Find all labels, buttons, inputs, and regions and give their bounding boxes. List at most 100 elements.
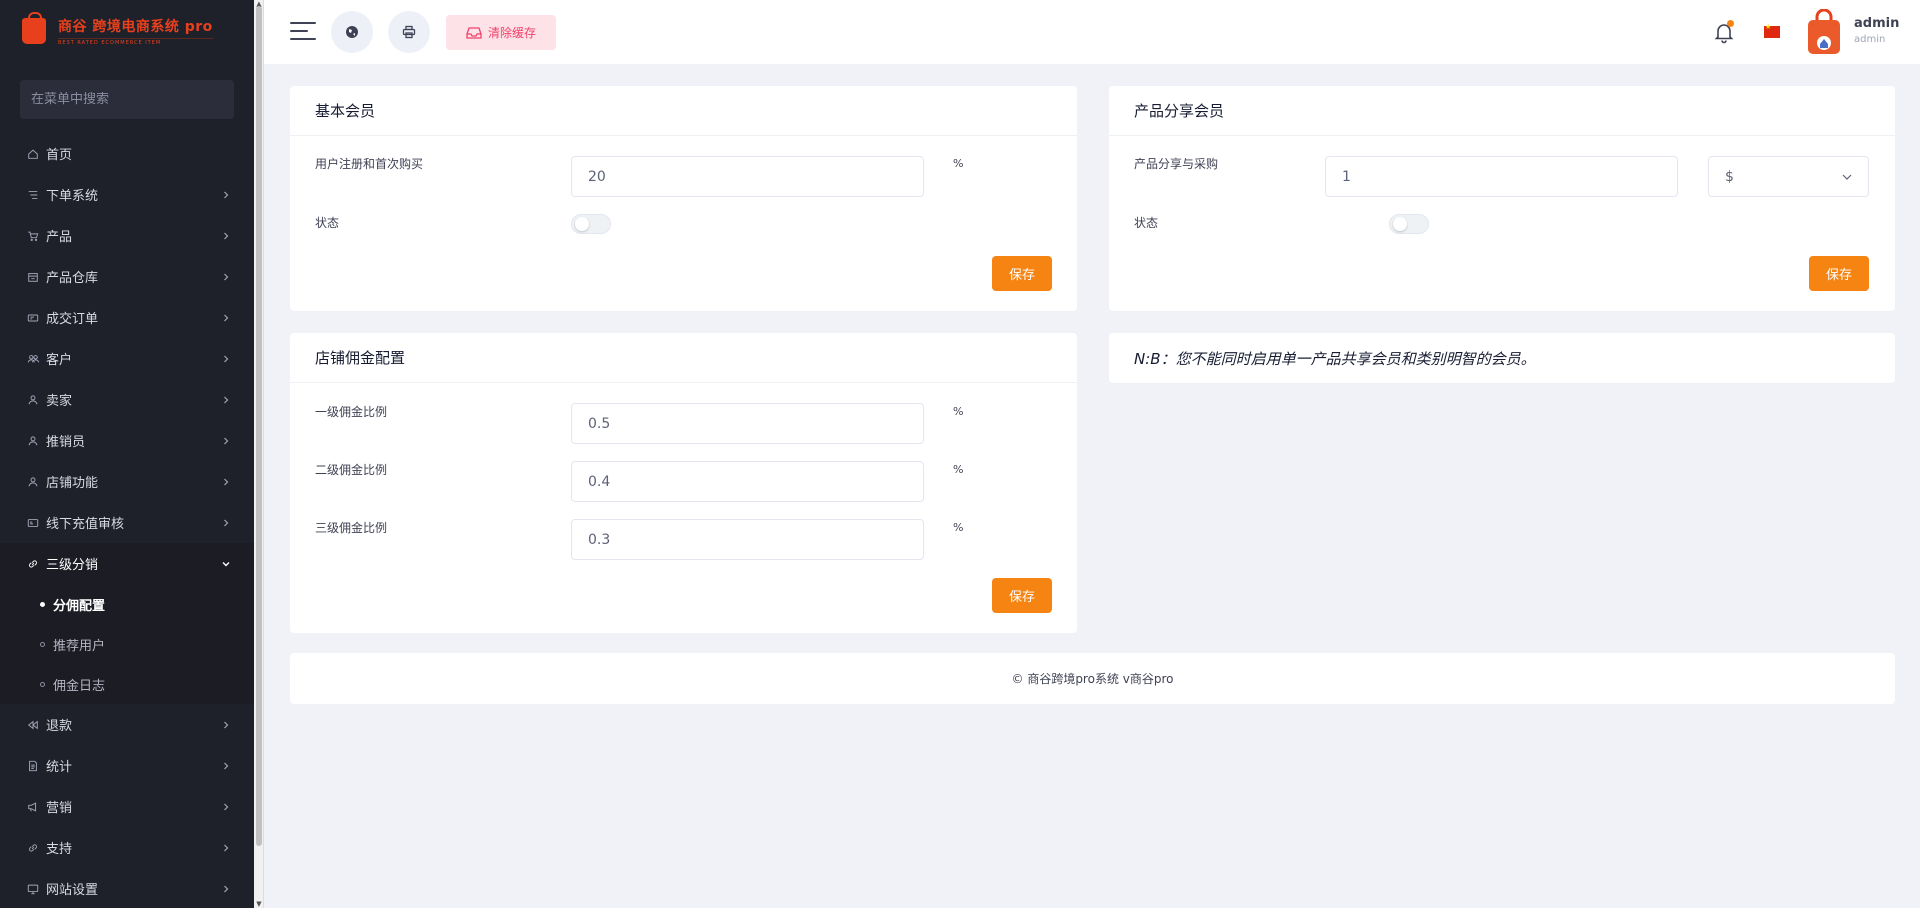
print-button[interactable]: [388, 11, 430, 53]
sidebar-item-label: 首页: [46, 148, 73, 163]
list-icon: [26, 188, 40, 202]
notifications-button[interactable]: [1712, 20, 1736, 44]
chevron-right-icon: [221, 190, 231, 200]
save-button[interactable]: 保存: [992, 256, 1052, 291]
sidebar-menu: 首页下单系统产品产品仓库成交订单 客户卖家推销员店铺功能线下充值审核 三级分销分佣配…: [0, 133, 254, 908]
basic-member-card: 基本会员 用户注册和首次购买 20 % 状态 保存: [290, 86, 1077, 311]
sidebar-item-16[interactable]: 网站设置: [0, 868, 254, 908]
chevron-right-icon: [221, 231, 231, 241]
user-role: admin: [1854, 34, 1886, 45]
sidebar-item-7[interactable]: 卖家: [0, 379, 254, 420]
sidebar-item-10[interactable]: 线下充值审核: [0, 502, 254, 543]
globe-icon: [346, 26, 358, 38]
sidebar-item-label: 产品仓库: [46, 271, 99, 286]
chevron-right-icon: [221, 802, 231, 812]
save-button[interactable]: 保存: [1809, 256, 1869, 291]
language-globe-button[interactable]: [331, 11, 373, 53]
currency-select[interactable]: $: [1708, 156, 1869, 197]
chevron-right-icon: [221, 395, 231, 405]
sidebar-item-5[interactable]: 成交订单: [0, 297, 254, 338]
sidebar-item-label: 三级分销: [46, 558, 99, 573]
save-button[interactable]: 保存: [992, 578, 1052, 613]
sidebar-item-4[interactable]: 产品仓库: [0, 256, 254, 297]
sidebar-item-label: 统计: [46, 760, 73, 775]
notification-dot: [1727, 20, 1734, 27]
sidebar-item-2[interactable]: 下单系统: [0, 174, 254, 215]
currency-value: $: [1725, 168, 1734, 185]
submenu-item-3[interactable]: 佣金日志: [0, 664, 254, 704]
status-toggle[interactable]: [571, 214, 611, 234]
menu-search-input[interactable]: [31, 92, 223, 107]
card-title: 店铺佣金配置: [290, 333, 1077, 383]
sidebar-item-11[interactable]: 三级分销: [0, 543, 254, 584]
sidebar-item-1[interactable]: 首页: [0, 133, 254, 174]
avatar[interactable]: [1805, 8, 1843, 55]
product-share-input[interactable]: 1: [1325, 156, 1678, 197]
home-icon: [26, 147, 40, 161]
level-2-rate-input[interactable]: 0.4: [571, 461, 924, 502]
shopping-bag-avatar-icon: [1808, 8, 1840, 54]
bullet-icon: [40, 641, 45, 647]
cart-icon: [26, 229, 40, 243]
sidebar-item-12[interactable]: 退款: [0, 704, 254, 745]
sidebar-item-3[interactable]: 产品: [0, 215, 254, 256]
sidebar-item-13[interactable]: 统计: [0, 745, 254, 786]
sidebar-item-15[interactable]: 支持: [0, 827, 254, 868]
bullet-icon: [40, 681, 45, 687]
sidebar-item-6[interactable]: 客户: [0, 338, 254, 379]
card-title: 基本会员: [290, 86, 1077, 136]
status-label: 状态: [315, 216, 340, 230]
product-share-card: 产品分享会员 产品分享与采购 1 $ 状态 保存: [1109, 86, 1895, 311]
link-icon: [26, 841, 40, 855]
sidebar-item-label: 退款: [46, 719, 73, 734]
level-2-label: 二级佣金比例: [315, 463, 388, 477]
sidebar-item-label: 营销: [46, 801, 73, 816]
brand-logo[interactable]: 商谷 跨境电商系统 pro BEST RATED ECOMMERCE ITEM: [0, 0, 254, 62]
sidebar-item-8[interactable]: 推销员: [0, 420, 254, 461]
unit-label: %: [953, 521, 964, 534]
sidebar: 商谷 跨境电商系统 pro BEST RATED ECOMMERCE ITEM …: [0, 0, 254, 908]
clear-cache-label: 清除缓存: [487, 26, 536, 40]
sidebar-item-label: 店铺功能: [46, 476, 99, 491]
submenu-item-label: 推荐用户: [53, 638, 106, 654]
brand-subtitle: BEST RATED ECOMMERCE ITEM: [58, 38, 213, 46]
monitor-icon: [26, 882, 40, 896]
submenu-item-label: 分佣配置: [53, 598, 106, 614]
chevron-right-icon: [221, 843, 231, 853]
level-3-rate-input[interactable]: 0.3: [571, 519, 924, 560]
unit-label: %: [953, 157, 964, 170]
chevron-down-icon: [1842, 174, 1852, 180]
chevron-right-icon: [221, 761, 231, 771]
chevron-down-icon: [221, 559, 231, 569]
sidebar-item-label: 产品: [46, 230, 73, 245]
printer-icon: [402, 25, 416, 39]
scrollbar-thumb[interactable]: [256, 6, 262, 846]
first-purchase-rate-input[interactable]: 20: [571, 156, 924, 197]
shopping-bag-logo-icon: [22, 12, 46, 44]
megaphone-icon: [26, 800, 40, 814]
card-icon: [26, 516, 40, 530]
china-flag-icon[interactable]: [1764, 23, 1780, 38]
field-label: 用户注册和首次购买: [315, 157, 424, 171]
shop-commission-card: 店铺佣金配置 一级佣金比例 0.5 % 二级佣金比例 0.4 % 三级佣金比例 …: [290, 333, 1077, 633]
chevron-right-icon: [221, 477, 231, 487]
chevron-right-icon: [221, 518, 231, 528]
sidebar-item-label: 卖家: [46, 394, 73, 409]
sidebar-item-9[interactable]: 店铺功能: [0, 461, 254, 502]
submenu-item-2[interactable]: 推荐用户: [0, 624, 254, 664]
status-toggle[interactable]: [1389, 214, 1429, 234]
level-1-rate-input[interactable]: 0.5: [571, 403, 924, 444]
menu-toggle-icon[interactable]: [290, 22, 316, 44]
clear-cache-button[interactable]: 清除缓存: [446, 15, 556, 50]
sidebar-scrollbar[interactable]: ▲ ▼: [254, 0, 264, 908]
sidebar-item-label: 线下充值审核: [46, 517, 125, 532]
notice-text: N:B：您不能同时启用单一产品共享会员和类别明智的会员。: [1109, 333, 1895, 383]
sidebar-item-14[interactable]: 营销: [0, 786, 254, 827]
user-icon: [26, 393, 40, 407]
user-name[interactable]: admin: [1854, 16, 1899, 31]
submenu-item-1[interactable]: 分佣配置: [0, 584, 254, 624]
menu-search: [20, 80, 234, 119]
document-icon: [26, 759, 40, 773]
scroll-down-arrow-icon[interactable]: ▼: [255, 900, 263, 908]
bullet-icon: [40, 601, 45, 607]
